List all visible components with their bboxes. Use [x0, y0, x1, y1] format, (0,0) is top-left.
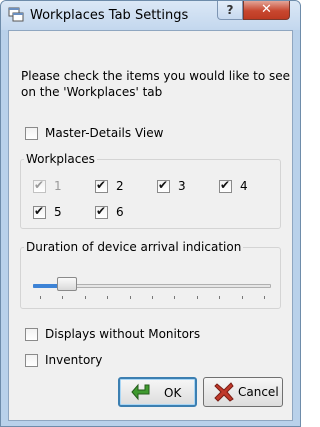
instructions-line-1: Please check the items you would like to… — [21, 69, 291, 83]
title-bar[interactable]: Workplaces Tab Settings ? ✕ — [1, 1, 300, 30]
window-settings-icon — [8, 7, 24, 22]
workplace-5-label[interactable]: 5 — [54, 205, 62, 219]
workplace-2-checkbox[interactable] — [95, 178, 108, 193]
green-arrow-icon — [131, 383, 150, 401]
workplace-6-checkbox[interactable] — [95, 204, 108, 219]
slider-tick — [152, 296, 153, 299]
slider-tick — [219, 296, 221, 299]
master-details-label[interactable]: Master-Details View — [45, 126, 163, 140]
red-x-icon — [214, 382, 234, 402]
workplace-4-checkbox[interactable] — [219, 178, 232, 193]
close-button[interactable]: ✕ — [243, 1, 290, 20]
instructions-line-2: on the 'Workplaces' tab — [21, 85, 163, 99]
workplaces-group-title: Workplaces — [24, 152, 97, 166]
instructions-text: Please check the items you would like to… — [21, 68, 290, 100]
help-button[interactable]: ? — [217, 1, 243, 20]
cancel-button-label: Cancel — [238, 385, 279, 399]
slider-tick — [107, 296, 109, 299]
workplace-5-checkbox[interactable] — [33, 204, 46, 219]
slider-tick — [241, 296, 243, 299]
ok-button[interactable]: OK — [118, 377, 197, 407]
ok-button-label: OK — [164, 386, 182, 400]
duration-slider-thumb[interactable] — [56, 277, 77, 291]
dialog-window: Workplaces Tab Settings ? ✕ Please check… — [0, 0, 301, 427]
duration-group-title: Duration of device arrival indication — [24, 240, 244, 254]
slider-tick — [62, 296, 64, 299]
workplace-1-checkbox[interactable] — [33, 178, 46, 193]
window-title: Workplaces Tab Settings — [30, 8, 189, 23]
slider-tick — [174, 296, 176, 299]
inventory-label[interactable]: Inventory — [45, 353, 102, 367]
slider-tick — [264, 296, 265, 299]
slider-tick — [84, 296, 86, 299]
displays-without-monitors-label[interactable]: Displays without Monitors — [45, 327, 200, 341]
slider-tick — [196, 296, 198, 299]
slider-tick — [129, 296, 131, 299]
workplace-3-label[interactable]: 3 — [178, 179, 186, 193]
workplace-1-label: 1 — [54, 179, 62, 193]
workplace-4-label[interactable]: 4 — [240, 179, 248, 193]
master-details-checkbox[interactable] — [25, 127, 38, 140]
dialog-body: Please check the items you would like to… — [8, 30, 293, 421]
displays-without-monitors-checkbox[interactable] — [25, 328, 38, 341]
workplace-6-label[interactable]: 6 — [116, 205, 124, 219]
workplace-2-label[interactable]: 2 — [116, 179, 124, 193]
close-icon: ✕ — [261, 2, 272, 17]
slider-tick — [40, 296, 41, 299]
cancel-button[interactable]: Cancel — [203, 377, 283, 407]
inventory-checkbox[interactable] — [25, 354, 38, 367]
workplace-3-checkbox[interactable] — [157, 178, 170, 193]
